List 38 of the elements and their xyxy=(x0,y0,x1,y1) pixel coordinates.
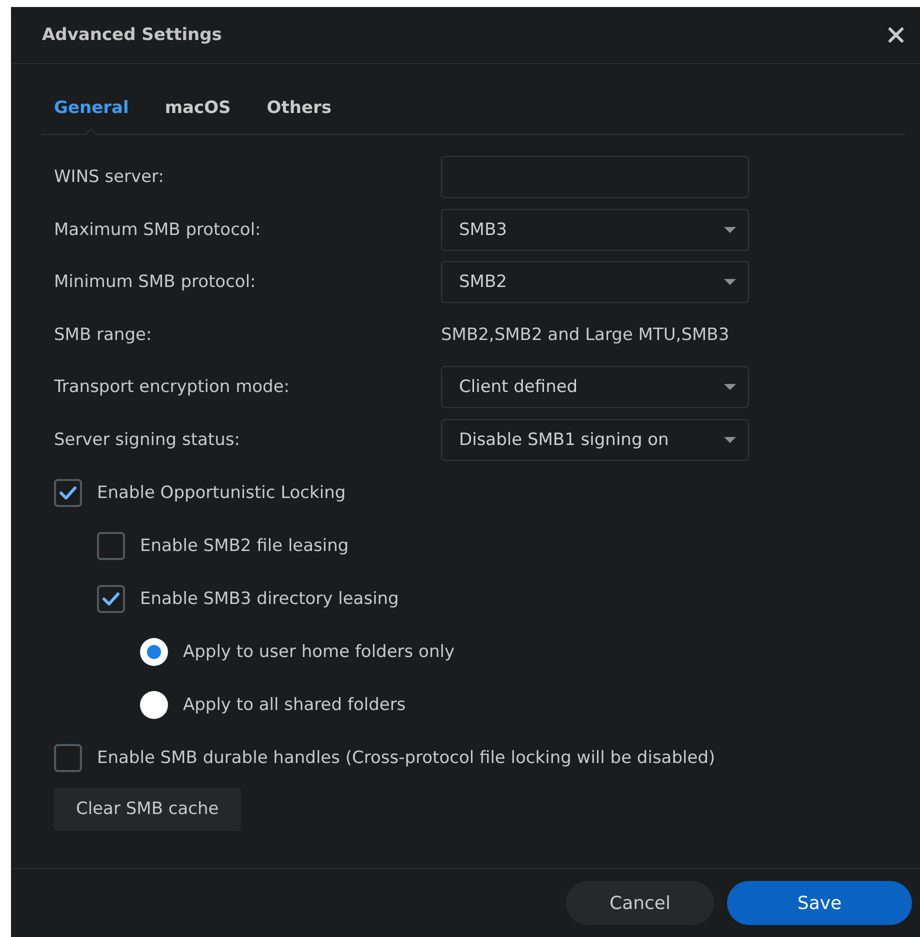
close-icon[interactable] xyxy=(888,27,904,43)
tab[interactable]: Others xyxy=(254,98,344,134)
checkbox[interactable] xyxy=(54,478,82,506)
clear-cache-button[interactable]: Clear SMB cache xyxy=(54,788,241,830)
dropdown[interactable]: Disable SMB1 signing on xyxy=(441,418,749,460)
option-label: Enable SMB3 directory leasing xyxy=(140,588,399,608)
field-label: WINS server: xyxy=(54,167,165,187)
caret-icon xyxy=(724,436,736,442)
field-label: SMB range: xyxy=(54,324,153,344)
tab[interactable]: macOS xyxy=(152,98,244,134)
radio-button[interactable] xyxy=(140,690,168,718)
dropdown[interactable]: SMB3 xyxy=(441,208,749,250)
checkbox[interactable] xyxy=(97,584,125,612)
option-label: Apply to all shared folders xyxy=(183,694,406,714)
check-icon xyxy=(102,592,120,606)
field-label: Transport encryption mode: xyxy=(54,377,291,397)
checkbox[interactable] xyxy=(97,532,125,560)
cancel-button[interactable]: Cancel xyxy=(566,881,714,925)
checkbox[interactable] xyxy=(54,744,82,772)
option-label: Apply to user home folders only xyxy=(183,642,455,662)
option-label: Enable SMB2 file leasing xyxy=(140,536,349,556)
radio-button[interactable] xyxy=(140,638,168,666)
field-label: Maximum SMB protocol: xyxy=(54,220,262,240)
tab[interactable]: General xyxy=(41,98,142,134)
field-label: Server signing status: xyxy=(54,430,241,450)
dropdown[interactable]: SMB2 xyxy=(441,261,749,303)
option-label: Enable Opportunistic Locking xyxy=(97,482,346,502)
save-button[interactable]: Save xyxy=(727,881,912,925)
option-label: Enable SMB durable handles (Cross-protocol file locking will be disabled) xyxy=(97,748,716,768)
field-value: SMB2,SMB2 and Large MTU,SMB3 xyxy=(441,324,730,344)
caret-icon xyxy=(724,384,736,390)
check-icon xyxy=(59,486,77,500)
input-field[interactable] xyxy=(441,156,749,198)
dropdown[interactable]: Client defined xyxy=(441,366,749,408)
caret-icon xyxy=(724,279,736,285)
field-label: Minimum SMB protocol: xyxy=(54,272,257,292)
window-title: Advanced Settings xyxy=(42,25,222,45)
caret-icon xyxy=(724,226,736,232)
